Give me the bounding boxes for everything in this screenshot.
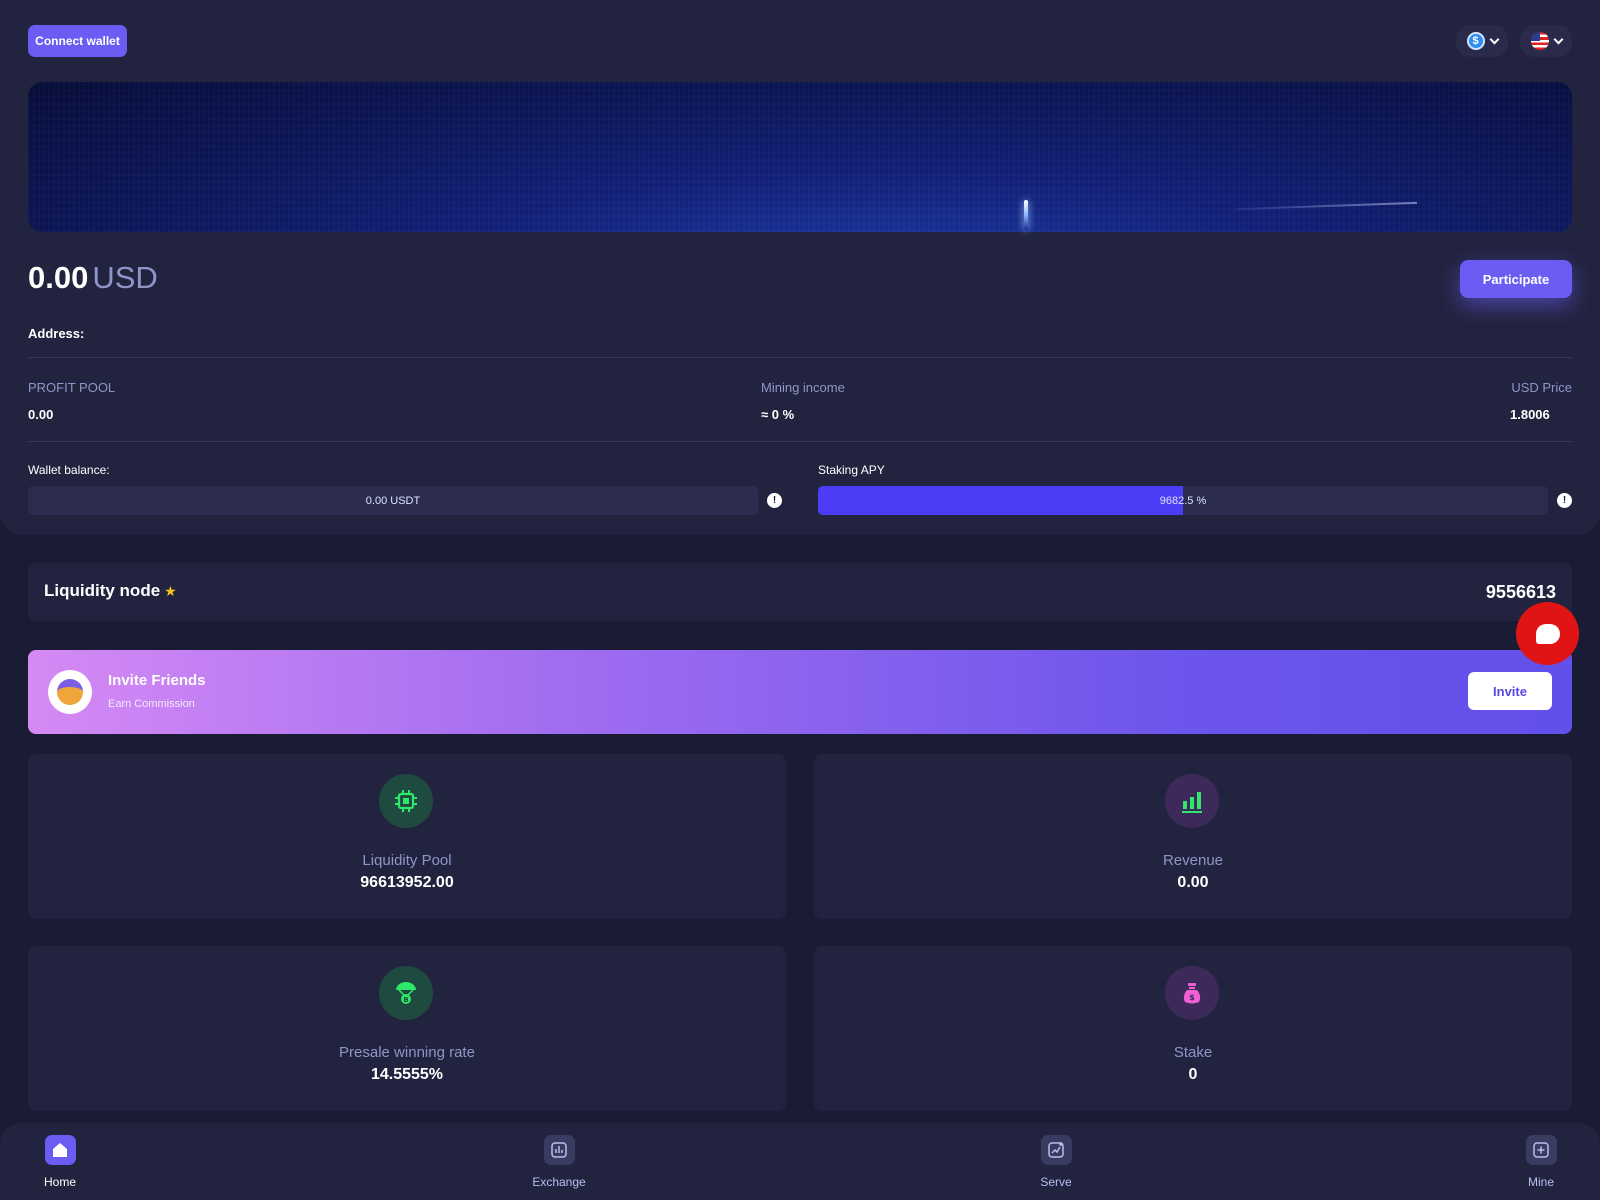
wallet-balance-bar: 0.00 USDT [28,486,758,515]
tile-value: 0 [1188,1066,1198,1083]
plus-square-icon [1525,1135,1557,1165]
connect-wallet-button[interactable]: Connect wallet [28,25,127,57]
top-panel [0,0,1600,535]
nav-label: Exchange [532,1175,586,1189]
divider [28,357,1572,358]
tile-label: Liquidity Pool [362,852,452,869]
nav-label: Mine [1527,1175,1554,1189]
divider [28,441,1572,442]
presale-winning-rate-tile[interactable]: B Presale winning rate 14.5555% [28,946,786,1111]
staking-apy-value: 9682.5 % [1159,494,1207,507]
home-icon [44,1135,76,1165]
balance-unit: USD [92,260,158,295]
liquidity-node-label: Liquidity node [44,581,161,600]
usd-price-label: USD Price [1511,380,1572,395]
language-selector[interactable] [1520,25,1572,57]
staking-apy-bar: 9682.5 % [818,486,1548,515]
chat-bubble-icon [1535,623,1560,644]
liquidity-node-title: Liquidity node ★ [44,581,177,601]
tile-value: 96613952.00 [360,874,454,891]
tile-label: Revenue [1162,852,1224,869]
chevron-down-icon [1553,34,1563,44]
participate-button[interactable]: Participate [1460,260,1572,298]
profit-pool-label: PROFIT POOL [28,380,116,395]
invite-friends-card: Invite Friends Earn Commission Invite [28,650,1572,734]
tile-value: 14.5555% [370,1066,444,1083]
tile-label: Stake [1173,1044,1213,1061]
usd-price-value: 1.8006 [1510,407,1550,422]
invite-avatar-icon [48,670,92,714]
currency-selector[interactable]: $ [1456,25,1508,57]
liquidity-pool-tile[interactable]: Liquidity Pool 96613952.00 [28,754,786,919]
chip-icon [379,774,433,828]
money-bag-icon: $ [1165,966,1219,1020]
staking-info-icon[interactable]: ! [1557,493,1572,508]
invite-button[interactable]: Invite [1468,672,1552,710]
bar-chart-icon [1165,774,1219,828]
nav-item-mine[interactable]: Mine [1501,1135,1581,1189]
bitcoin-parachute-icon: B [379,966,433,1020]
invite-title: Invite Friends [108,672,206,689]
nav-item-serve[interactable]: Serve [1016,1135,1096,1189]
nav-label: Serve [1040,1175,1072,1189]
star-icon: ★ [164,583,177,599]
rocket-launch-graphic [1024,200,1028,230]
liquidity-node-value: 9556613 [1485,582,1556,602]
address-label: Address: [28,326,85,341]
bottom-navigation: Home Exchange Serve Mine [0,1123,1600,1200]
stake-tile[interactable]: $ Stake 0 [814,946,1572,1111]
liquidity-node-card: Liquidity node ★ 9556613 [28,563,1572,621]
staking-apy-label: Staking APY [818,463,885,477]
tile-value: 0.00 [1177,874,1209,891]
balance-amount: 0.00 [28,260,89,295]
chevron-down-icon [1489,34,1499,44]
serve-chart-icon [1040,1135,1072,1165]
chat-support-button[interactable] [1516,602,1579,665]
dollar-coin-icon: $ [1466,32,1485,50]
wallet-info-icon[interactable]: ! [767,493,782,508]
revenue-tile[interactable]: Revenue 0.00 [814,754,1572,919]
nav-item-home[interactable]: Home [20,1135,100,1189]
invite-subtitle: Earn Commission [108,698,195,710]
nav-item-exchange[interactable]: Exchange [519,1135,599,1189]
us-flag-icon [1530,32,1549,50]
mining-income-value: ≈ 0 % [761,407,795,422]
exchange-chart-icon [543,1135,575,1165]
mining-income-label: Mining income [761,380,845,395]
profit-pool-value: 0.00 [28,407,54,422]
balance-display: 0.00 USD [28,260,158,296]
tile-label: Presale winning rate [339,1044,475,1061]
svg-text:$: $ [1189,993,1195,1002]
svg-text:B: B [403,996,408,1004]
hero-banner [28,82,1572,232]
wallet-balance-value: 0.00 USDT [365,494,421,507]
wallet-balance-label: Wallet balance: [28,463,110,477]
nav-label: Home [43,1175,76,1189]
